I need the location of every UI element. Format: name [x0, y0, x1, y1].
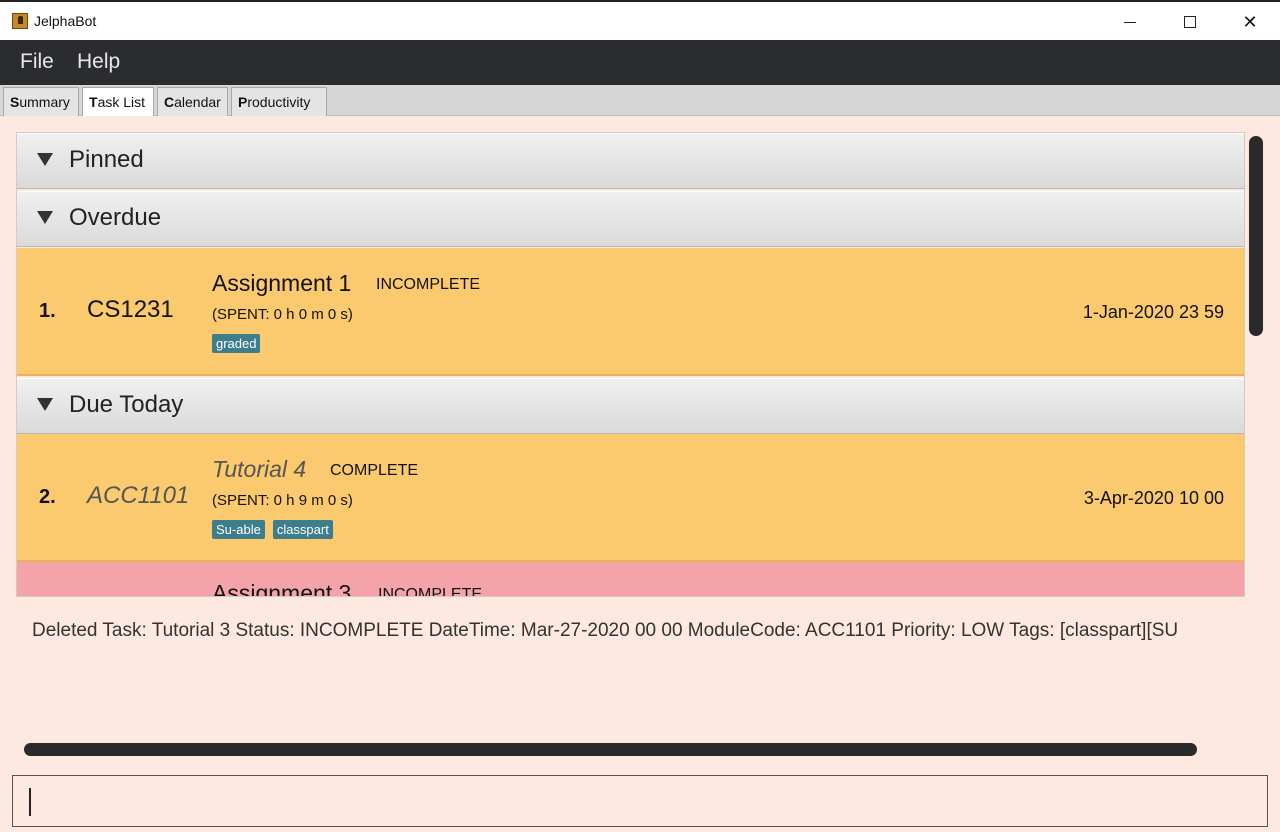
expand-arrow-icon [37, 153, 53, 166]
tab-summary[interactable]: Summary [3, 87, 79, 116]
tab-productivity[interactable]: Productivity [231, 87, 327, 116]
menu-help[interactable]: Help [77, 50, 120, 74]
section-pinned[interactable]: Pinned [17, 133, 1244, 189]
task-tags: Su-able classpart [212, 520, 333, 539]
tab-bar: Summary Task List Calendar Productivity [0, 85, 1280, 116]
tab-label: roductivity [247, 94, 311, 110]
task-due-date: 1-Jan-2020 23 59 [1082, 302, 1224, 322]
task-due-date: 3-Apr-2020 10 00 [1083, 488, 1224, 508]
tab-calendar[interactable]: Calendar [157, 87, 228, 116]
task-card[interactable]: 2. ACC1101 Tutorial 4 COMPLETE (SPENT: 0… [17, 434, 1244, 562]
task-card[interactable]: 1. CS1231 Assignment 1 INCOMPLETE (SPENT… [17, 248, 1244, 376]
menu-bar: File Help [0, 40, 1280, 85]
minimize-button[interactable] [1100, 4, 1160, 40]
close-button[interactable]: ✕ [1220, 4, 1280, 40]
expand-arrow-icon [37, 398, 53, 411]
tab-label: ummary [19, 94, 70, 110]
tab-label: alendar [174, 94, 221, 110]
close-icon: ✕ [1242, 11, 1258, 33]
task-module-code: CS1231 [87, 296, 174, 323]
section-due-today[interactable]: Due Today [17, 378, 1244, 434]
task-tags: graded [212, 334, 261, 353]
maximize-icon [1184, 16, 1196, 28]
command-input[interactable] [12, 775, 1268, 827]
task-status: INCOMPLETE [378, 586, 483, 597]
title-bar: JelphaBot ✕ [0, 0, 1280, 40]
task-name: Tutorial 4 [212, 456, 307, 482]
vertical-scrollbar[interactable] [1249, 136, 1263, 336]
horizontal-scrollbar[interactable] [24, 743, 1197, 756]
window-title: JelphaBot [34, 13, 97, 29]
tag-badge: Su-able [212, 520, 265, 539]
task-name: Assignment 1 [212, 270, 352, 296]
text-caret [29, 788, 31, 816]
expand-arrow-icon [37, 211, 53, 224]
maximize-button[interactable] [1160, 4, 1220, 40]
tab-task-list[interactable]: Task List [82, 87, 154, 116]
section-overdue[interactable]: Overdue [17, 191, 1244, 247]
main-panel: Pinned Overdue 1. CS1231 Assignment 1 IN… [0, 116, 1280, 768]
tab-mnemonic: S [10, 94, 20, 110]
section-title: Overdue [69, 204, 162, 231]
minimize-icon [1124, 21, 1136, 23]
result-display: Deleted Task: Tutorial 3 Status: INCOMPL… [32, 620, 1179, 641]
tab-mnemonic: C [164, 94, 175, 110]
tag-badge: graded [212, 334, 261, 353]
app-icon [12, 13, 28, 29]
section-title: Due Today [69, 391, 184, 418]
task-card[interactable]: Assignment 3 INCOMPLETE [17, 562, 1244, 597]
menu-file[interactable]: File [20, 50, 54, 74]
task-status: INCOMPLETE [376, 276, 481, 293]
task-list[interactable]: Pinned Overdue 1. CS1231 Assignment 1 IN… [16, 132, 1245, 597]
task-time-spent: (SPENT: 0 h 9 m 0 s) [212, 492, 353, 509]
tag-badge: classpart [272, 520, 333, 539]
task-status: COMPLETE [330, 462, 419, 479]
task-index: 2. [39, 486, 56, 508]
task-index: 1. [39, 300, 56, 322]
tab-mnemonic: P [238, 94, 248, 110]
tab-label: ask List [97, 94, 146, 110]
tab-mnemonic: T [89, 94, 98, 110]
task-module-code: ACC1101 [87, 482, 190, 509]
section-title: Pinned [69, 146, 144, 173]
task-time-spent: (SPENT: 0 h 0 m 0 s) [212, 306, 353, 323]
task-name: Assignment 3 [212, 580, 352, 597]
